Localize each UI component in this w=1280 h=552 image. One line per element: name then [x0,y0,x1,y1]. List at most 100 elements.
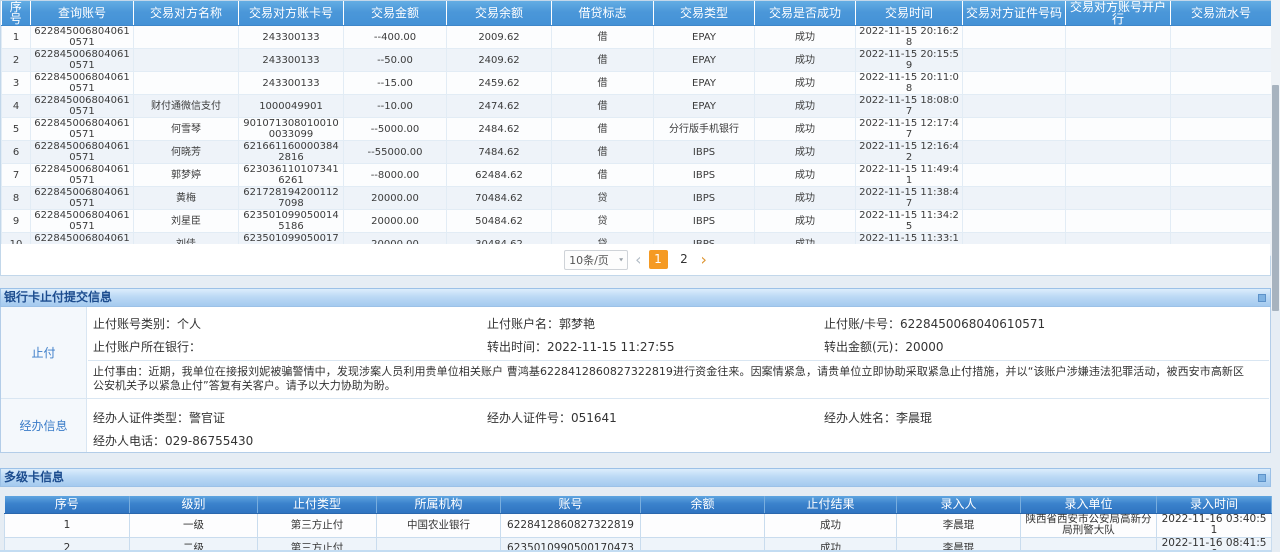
table-cell [963,49,1066,72]
column-header: 借贷标志 [552,1,654,26]
table-cell: --5000.00 [344,118,447,141]
table-row: 36228450068040610571243300133--15.002459… [2,72,1272,95]
multi-card-table: 序号级别止付类型所属机构账号余额止付结果录入人录入单位录入时间 1一级第三方止付… [4,496,1272,552]
table-cell: 50484.62 [447,210,552,233]
transaction-table-header-row: 序号查询账号交易对方名称交易对方账卡号交易金额交易余额借贷标志交易类型交易是否成… [2,1,1272,26]
table-cell: 贷 [552,187,654,210]
table-cell: 2 [2,49,31,72]
table-cell: 成功 [755,72,856,95]
table-cell: 李晨琨 [897,513,1021,537]
table-row: 56228450068040610571何雪琴90107130801001000… [2,118,1272,141]
table-cell: 成功 [755,26,856,49]
table-cell: 5 [2,118,31,141]
table-row: 16228450068040610571243300133--400.00200… [2,26,1272,49]
table-row: 86228450068040610571黄梅621728194200112709… [2,187,1272,210]
stop-payment-reason: 止付事由：近期，我单位在接报刘妮被骗警情中，发现涉案人员利用贵单位相关账户 曹鸿… [93,365,1244,393]
page-button-2[interactable]: 2 [675,250,694,269]
table-cell [963,210,1066,233]
table-cell: 6228450068040610571 [31,95,134,118]
table-cell [1171,187,1272,210]
table-cell: 2022-11-15 11:49:41 [856,164,963,187]
table-cell: 6228450068040610571 [31,141,134,164]
table-cell: 成功 [755,95,856,118]
table-cell [1171,49,1272,72]
table-cell: 62484.62 [447,164,552,187]
column-header: 交易对方账卡号 [239,1,344,26]
table-cell [1066,164,1171,187]
table-cell: EPAY [654,95,755,118]
table-cell: 2022-11-15 11:34:25 [856,210,963,233]
column-header: 账号 [501,496,641,513]
column-header: 余额 [641,496,765,513]
column-header: 查询账号 [31,1,134,26]
divider [1,398,1269,399]
page-button-1[interactable]: 1 [649,250,668,269]
scrollbar-thumb[interactable] [1272,85,1279,311]
page-size-select[interactable]: 10条/页 ▾ [564,250,628,270]
table-cell: 2022-11-15 20:16:28 [856,26,963,49]
column-header: 录入单位 [1021,496,1157,513]
table-cell: 2022-11-15 18:08:07 [856,95,963,118]
table-cell: 陕西省西安市公安局高新分局刑警大队 [1021,513,1157,537]
table-cell: 8 [2,187,31,210]
vertical-scrollbar[interactable] [1271,0,1280,309]
table-cell: --55000.00 [344,141,447,164]
table-cell: 成功 [755,187,856,210]
table-cell [1171,164,1272,187]
page-size-label: 10条/页 [569,252,609,268]
table-cell: 243300133 [239,72,344,95]
table-cell [1066,141,1171,164]
column-header: 止付类型 [258,496,377,513]
column-header: 录入时间 [1157,496,1272,513]
column-header: 序号 [5,496,130,513]
prev-page-icon[interactable]: ‹ [635,252,641,268]
table-cell: 2022-11-15 11:38:47 [856,187,963,210]
column-header: 交易类型 [654,1,755,26]
table-cell: 2009.62 [447,26,552,49]
field-handler-phone: 经办人电话：029-86755430 [93,432,253,449]
table-cell: 何晓芳 [134,141,239,164]
table-cell: --8000.00 [344,164,447,187]
field-handler-cert-no: 经办人证件号：051641 [487,409,617,426]
field-handler-name: 经办人姓名：李晨琨 [824,409,932,426]
column-header: 所属机构 [377,496,501,513]
field-card-no: 止付账/卡号：6228450068040610571 [824,315,1045,332]
table-cell [963,72,1066,95]
table-cell: 6228412860827322819 [501,513,641,537]
table-cell [963,26,1066,49]
table-cell: 借 [552,49,654,72]
table-cell: 何雪琴 [134,118,239,141]
transaction-table: 序号查询账号交易对方名称交易对方账卡号交易金额交易余额借贷标志交易类型交易是否成… [1,1,1272,256]
stop-payment-row-label: 止付 [1,307,87,398]
table-cell: 刘星臣 [134,210,239,233]
table-cell [1066,95,1171,118]
table-cell: 2022-11-15 12:17:47 [856,118,963,141]
table-cell: 6 [2,141,31,164]
multi-card-header-row: 序号级别止付类型所属机构账号余额止付结果录入人录入单位录入时间 [5,496,1272,513]
column-header: 交易金额 [344,1,447,26]
table-cell [134,72,239,95]
column-header: 交易对方账号开户行 [1066,1,1171,26]
table-cell: --50.00 [344,49,447,72]
table-cell [1171,95,1272,118]
table-cell [1066,72,1171,95]
table-cell: IBPS [654,187,755,210]
table-cell: 借 [552,141,654,164]
stop-payment-section-title: 银行卡止付提交信息 [4,290,112,304]
collapse-icon[interactable] [1258,294,1266,302]
table-cell: 一级 [130,513,258,537]
table-cell [963,164,1066,187]
column-header: 交易是否成功 [755,1,856,26]
table-cell: IBPS [654,141,755,164]
column-header: 级别 [130,496,258,513]
table-cell [1171,141,1272,164]
table-cell: 1 [2,26,31,49]
collapse-icon[interactable] [1258,474,1266,482]
table-cell [1066,26,1171,49]
table-cell [1066,49,1171,72]
table-cell [134,49,239,72]
next-page-icon[interactable]: › [701,252,707,268]
table-cell [1171,118,1272,141]
table-cell: 借 [552,164,654,187]
transaction-panel: 序号查询账号交易对方名称交易对方账卡号交易金额交易余额借贷标志交易类型交易是否成… [0,0,1271,276]
